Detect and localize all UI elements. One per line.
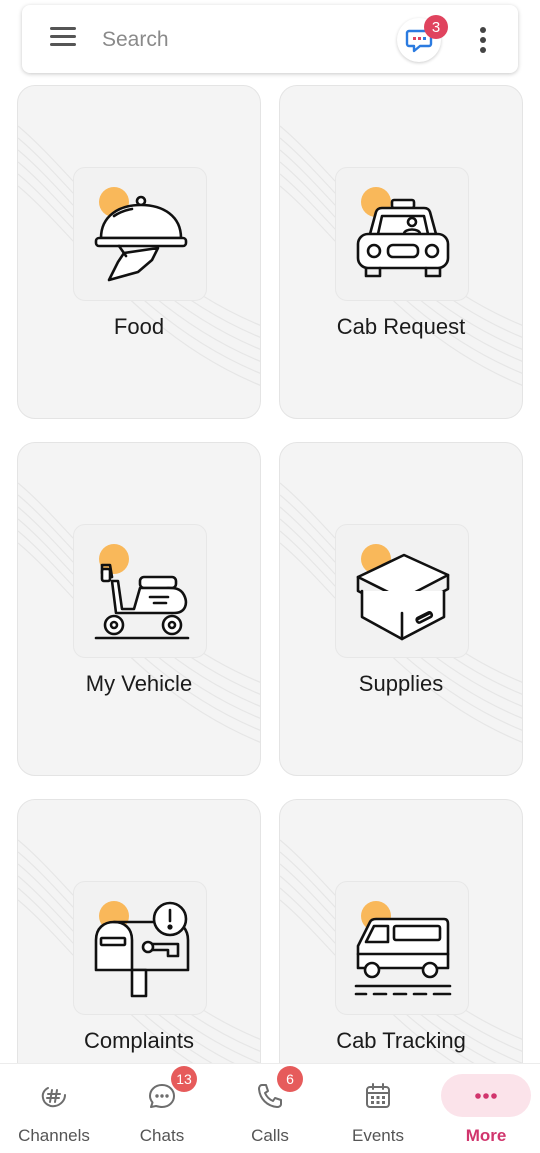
card-label: My Vehicle [85,671,193,696]
card-food[interactable]: Food [17,85,261,419]
nav-calls[interactable]: 6 Calls [216,1064,324,1153]
nav-chats[interactable]: 13 Chats [108,1064,216,1153]
channels-hash-icon [41,1087,66,1108]
card-label: Cab Tracking [336,1028,466,1053]
nav-label: Channels [18,1126,90,1145]
nav-label: More [465,1126,507,1145]
bottom-navigation: Channels 13 Chats 6 Calls Events More [0,1063,540,1153]
card-supplies[interactable]: Supplies [279,442,523,776]
hamburger-menu-icon[interactable] [50,27,76,51]
card-label: Cab Request [336,314,466,339]
app-screen: 3 Food [0,0,540,1153]
card-cab-request[interactable]: Cab Request [279,85,523,419]
nav-channels[interactable]: Channels [0,1064,108,1153]
nav-label: Events [352,1126,404,1145]
card-my-vehicle[interactable]: My Vehicle [17,442,261,776]
van-icon [335,881,469,1015]
search-input[interactable] [102,23,382,57]
food-cloche-icon [73,167,207,301]
calls-badge: 6 [277,1066,303,1092]
mailbox-alert-icon [73,881,207,1015]
chat-bubble-icon [149,1084,175,1108]
search-bar: 3 [22,5,518,73]
chats-badge: 13 [171,1066,197,1092]
more-dots-icon [475,1093,497,1099]
notification-badge: 3 [424,15,448,39]
card-label: Complaints [83,1028,195,1053]
overflow-menu-icon[interactable] [476,25,490,55]
taxi-icon [335,167,469,301]
nav-more[interactable]: More [432,1064,540,1153]
scooter-icon [73,524,207,658]
nav-label: Chats [139,1126,185,1145]
nav-events[interactable]: Events [324,1064,432,1153]
calendar-icon [366,1083,390,1108]
box-icon [335,524,469,658]
card-label: Supplies [358,671,444,696]
card-label: Food [113,314,165,339]
nav-label: Calls [251,1126,289,1145]
